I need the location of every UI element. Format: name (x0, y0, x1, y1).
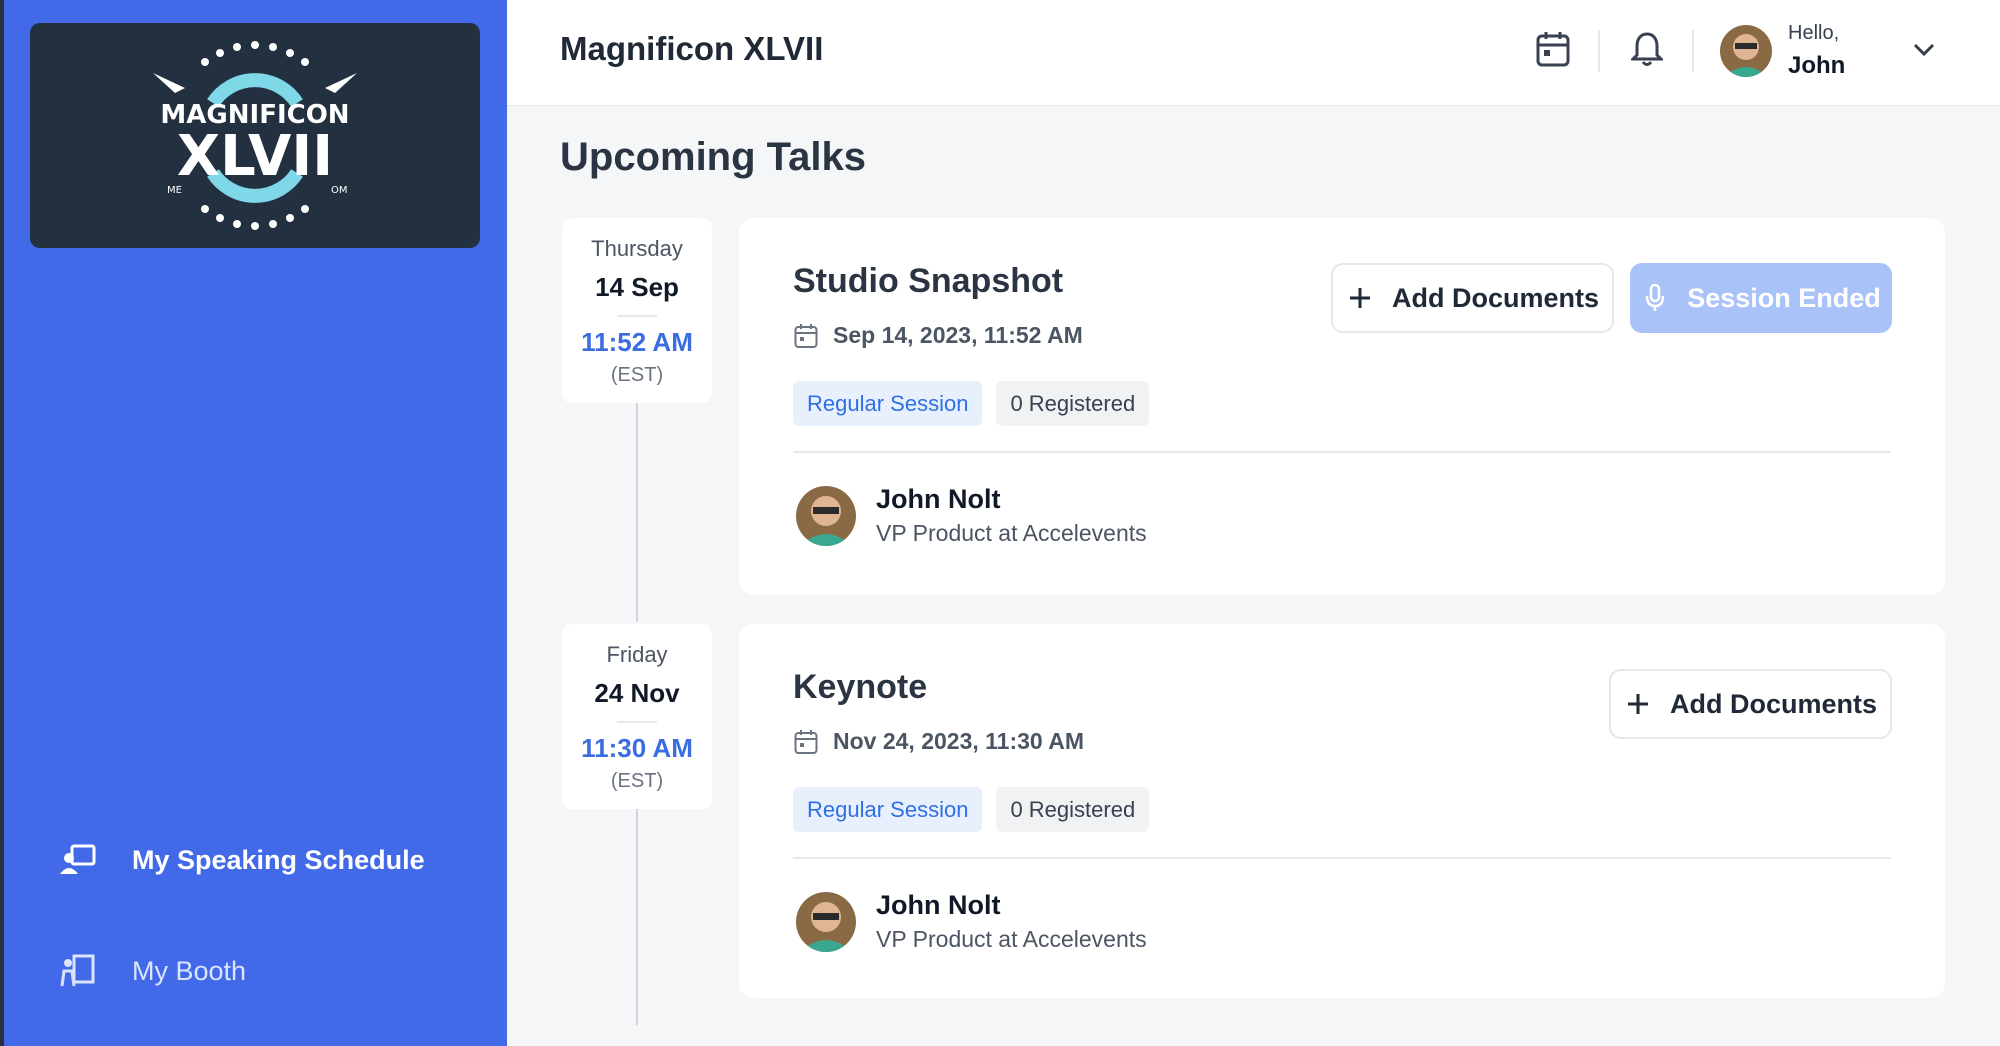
talk-date-card: Friday 24 Nov 11:30 AM (EST) (562, 624, 712, 809)
header-divider (1692, 30, 1694, 72)
timeline-connector (636, 805, 638, 1025)
avatar (796, 892, 856, 952)
logo-small-left: ME (167, 185, 182, 196)
sidebar-item-label: My Speaking Schedule (132, 844, 425, 875)
greeting-text: Hello, (1788, 22, 1840, 44)
magnificon-logo-icon: MAGNIFICON XLVII ME OM (153, 41, 357, 230)
card-divider (793, 451, 1891, 453)
talk-datetime-text: Nov 24, 2023, 11:30 AM (833, 728, 1085, 754)
event-logo: MAGNIFICON XLVII ME OM (30, 23, 480, 248)
microphone-icon (1641, 284, 1669, 312)
session-ended-label: Session Ended (1687, 282, 1881, 313)
talk-timezone: (EST) (610, 364, 664, 386)
sidebar-item-my-booth[interactable]: My Booth (58, 941, 246, 1001)
speaker-name: John Nolt (876, 484, 1001, 514)
sidebar-item-my-speaking-schedule[interactable]: My Speaking Schedule (58, 830, 425, 890)
sidebar: MAGNIFICON XLVII ME OM My Speaking Sched… (0, 0, 507, 1046)
calendar-icon (793, 729, 819, 755)
talk-chips: Regular Session 0 Registered (793, 787, 1150, 832)
session-type-badge: Regular Session (793, 787, 983, 832)
talk-time: 11:52 AM (581, 327, 693, 357)
date-separator (617, 315, 657, 317)
registered-count-badge: 0 Registered (996, 381, 1150, 426)
avatar (796, 486, 856, 546)
talk-time: 11:30 AM (581, 733, 693, 763)
header-divider (1598, 30, 1600, 72)
talk-card: Keynote Nov 24, 2023, 11:30 AM Regular S… (739, 624, 1945, 998)
calendar-icon[interactable] (1531, 27, 1575, 71)
talk-day-month: 24 Nov (594, 678, 680, 708)
talk-title: Studio Snapshot (793, 262, 1064, 300)
talk-date-card: Thursday 14 Sep 11:52 AM (EST) (562, 218, 712, 403)
user-name: John (1788, 52, 1846, 79)
top-header: Magnificon XLVII Hello, John (507, 0, 2000, 106)
booth-icon (58, 951, 98, 991)
talk-datetime: Sep 14, 2023, 11:52 AM (793, 322, 1083, 349)
page-title: Upcoming Talks (560, 135, 866, 179)
add-documents-button[interactable]: Add Documents (1609, 669, 1892, 739)
session-type-badge: Regular Session (793, 381, 983, 426)
plus-icon (1346, 284, 1374, 312)
logo-small-right: OM (331, 185, 348, 196)
speaker-role: VP Product at Accelevents (876, 520, 1147, 546)
talk-title: Keynote (793, 668, 928, 706)
talk-datetime: Nov 24, 2023, 11:30 AM (793, 728, 1084, 755)
avatar[interactable] (1720, 25, 1772, 77)
talk-chips: Regular Session 0 Registered (793, 381, 1150, 426)
session-ended-button[interactable]: Session Ended (1630, 263, 1892, 333)
registered-count-badge: 0 Registered (996, 787, 1150, 832)
add-documents-label: Add Documents (1669, 688, 1877, 719)
talk-day-month: 14 Sep (595, 272, 679, 302)
card-divider (793, 857, 1891, 859)
chevron-down-icon[interactable] (1907, 33, 1941, 67)
speaker-role: VP Product at Accelevents (876, 926, 1147, 952)
speaker-name: John Nolt (876, 890, 1001, 920)
window-edge (0, 0, 4, 1046)
calendar-icon (793, 323, 819, 349)
sidebar-item-label: My Booth (132, 955, 247, 986)
talk-weekday: Friday (606, 642, 668, 667)
talk-timezone: (EST) (610, 770, 664, 792)
plus-icon (1624, 690, 1652, 718)
app-title: Magnificon XLVII (560, 30, 824, 67)
bell-icon[interactable] (1625, 27, 1669, 71)
add-documents-button[interactable]: Add Documents (1331, 263, 1614, 333)
date-separator (617, 721, 657, 723)
timeline-connector (636, 400, 638, 622)
logo-line2: XLVII (177, 124, 333, 189)
presenter-board-icon (58, 840, 98, 880)
talk-card: Studio Snapshot Sep 14, 2023, 11:52 AM R… (739, 218, 1945, 595)
talk-weekday: Thursday (591, 236, 683, 261)
talk-datetime-text: Sep 14, 2023, 11:52 AM (833, 322, 1083, 348)
add-documents-label: Add Documents (1391, 282, 1599, 313)
